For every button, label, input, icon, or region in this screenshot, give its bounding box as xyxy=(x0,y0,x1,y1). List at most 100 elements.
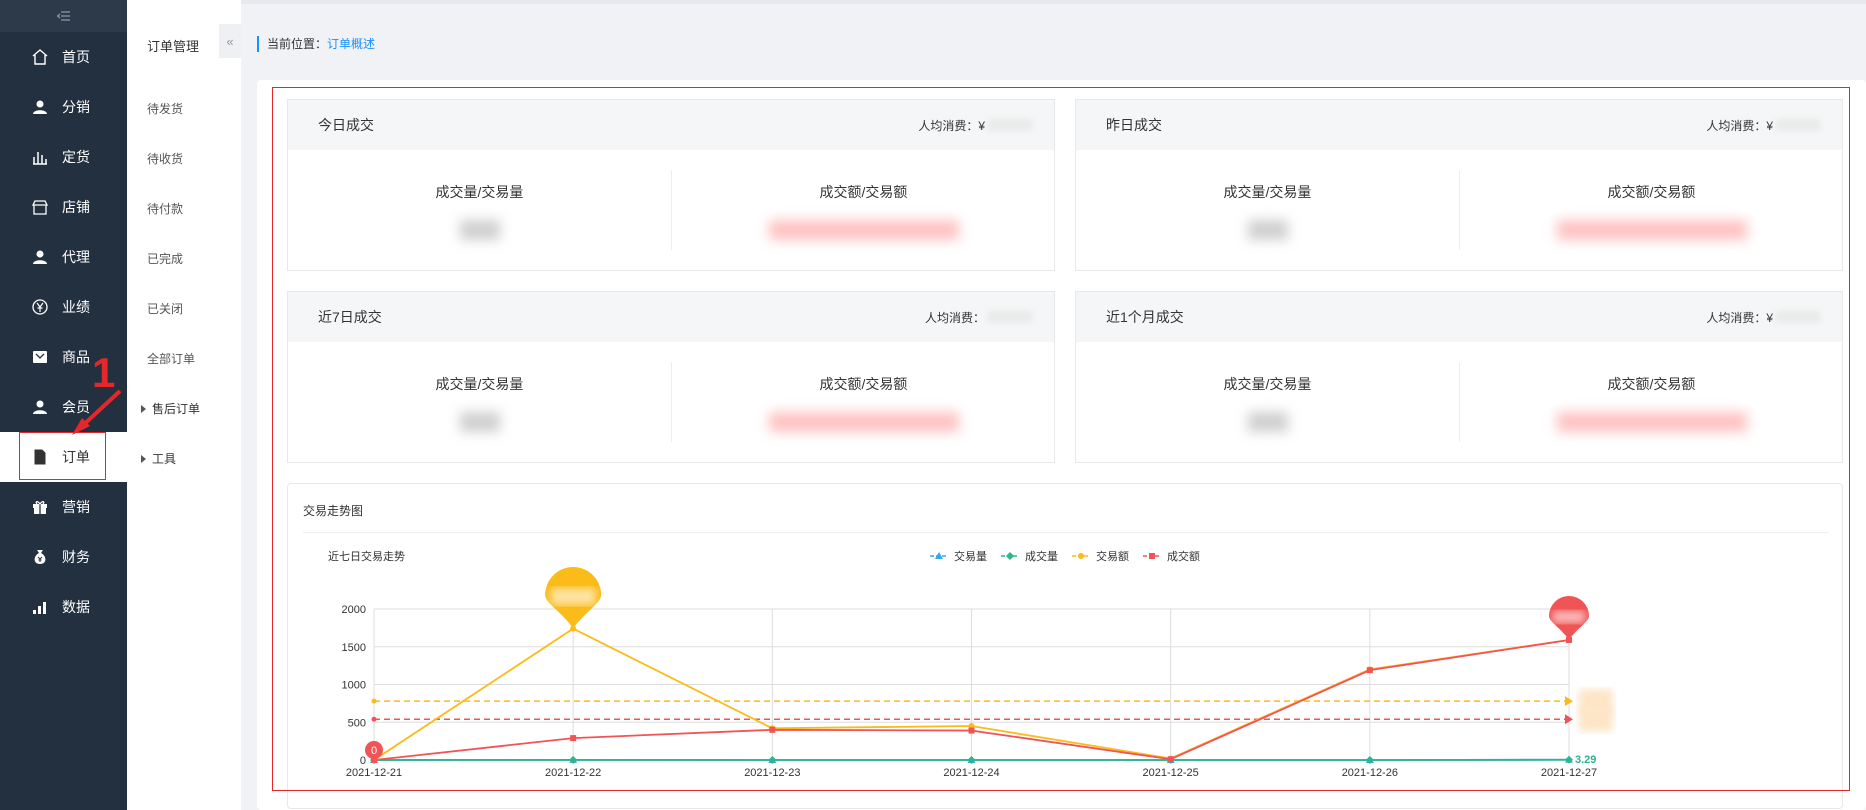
amount-label: 成交额/交易额 xyxy=(1607,376,1696,392)
avg-spend: 人均消费：¥ xyxy=(918,117,1032,134)
legend-swatch-marker xyxy=(1006,552,1014,560)
x-tick-label: 2021-12-21 xyxy=(346,767,402,779)
x-tick-label: 2021-12-24 xyxy=(943,767,999,779)
amount-label: 成交额/交易额 xyxy=(1607,184,1696,200)
sidebar-item-label: 分销 xyxy=(62,99,90,115)
card-title: 近7日成交 xyxy=(318,309,382,325)
collapse-submenu-button[interactable]: « xyxy=(219,24,241,58)
blurred-value xyxy=(768,220,959,240)
average-line-start xyxy=(371,698,377,704)
breadcrumb-prefix: 当前位置： xyxy=(267,37,328,51)
blurred-average-label xyxy=(1579,707,1613,732)
sidebar-item-label: 定货 xyxy=(62,149,90,165)
series-end-label: 3.29 xyxy=(1575,754,1596,766)
volume-label: 成交量/交易量 xyxy=(1223,184,1312,200)
data-point xyxy=(570,735,577,742)
x-tick-label: 2021-12-27 xyxy=(1541,767,1597,779)
gift-icon xyxy=(32,499,48,515)
data-point xyxy=(769,726,776,733)
blurred-value xyxy=(988,311,1032,323)
sidebar-item-5[interactable]: 业绩 xyxy=(0,282,127,332)
sidebar-item-2[interactable]: 定货 xyxy=(0,132,127,182)
amount-column: 成交额/交易额 xyxy=(672,150,1055,270)
card-last-7-days: 近7日成交 人均消费： 成交量/交易量 成交额/交易额 xyxy=(287,291,1055,463)
volume-label: 成交量/交易量 xyxy=(1223,376,1312,392)
sidebar-item-label: 营销 xyxy=(62,499,90,515)
amount-label: 成交额/交易额 xyxy=(819,376,908,392)
x-tick-label: 2021-12-25 xyxy=(1143,767,1199,779)
volume-column: 成交量/交易量 xyxy=(1076,150,1459,270)
submenu-item-all-orders[interactable]: 全部订单 xyxy=(147,350,195,367)
volume-label: 成交量/交易量 xyxy=(435,184,524,200)
submenu-item-pending-shipment[interactable]: 待发货 xyxy=(147,100,183,117)
x-tick-label: 2021-12-23 xyxy=(744,767,800,779)
sidebar-item-label: 代理 xyxy=(62,249,90,265)
submenu-group-after-sales[interactable]: 售后订单 xyxy=(141,400,200,417)
sidebar-item-label: 首页 xyxy=(62,49,90,65)
legend-label: 成交额 xyxy=(1167,549,1200,563)
avg-spend: 人均消费：¥ xyxy=(1706,117,1820,134)
legend-swatch-marker xyxy=(1149,553,1155,559)
blurred-markpoint-label xyxy=(550,588,596,605)
annotation-arrow xyxy=(72,389,122,435)
sidebar-item-label: 店铺 xyxy=(62,199,90,215)
legend-label: 交易额 xyxy=(1096,549,1129,563)
tab-strip xyxy=(241,0,1866,4)
blurred-value xyxy=(988,119,1032,131)
blurred-value xyxy=(1247,412,1288,432)
legend-label: 交易量 xyxy=(954,549,987,563)
bar-chart-icon xyxy=(32,149,48,165)
sidebar-item-label: 数据 xyxy=(62,599,90,615)
y-tick-label: 1500 xyxy=(342,642,366,654)
amount-label: 成交额/交易额 xyxy=(819,184,908,200)
shop-icon xyxy=(32,199,48,215)
sidebar-item-10[interactable]: 财务 xyxy=(0,532,127,582)
markpoint-label: 0 xyxy=(371,745,377,757)
breadcrumb-current[interactable]: 订单概述 xyxy=(327,37,375,51)
blurred-value xyxy=(1556,220,1747,240)
blurred-markpoint-label xyxy=(1553,610,1585,623)
caret-right-icon xyxy=(141,454,146,463)
sidebar-item-3[interactable]: 店铺 xyxy=(0,182,127,232)
sidebar-item-label: 订单 xyxy=(62,449,90,465)
data-point xyxy=(968,727,975,734)
submenu-group-tools[interactable]: 工具 xyxy=(141,450,176,467)
data-point xyxy=(1167,756,1174,763)
card-last-month: 近1个月成交 人均消费：¥ 成交量/交易量 成交额/交易额 xyxy=(1075,291,1843,463)
sidebar-item-4[interactable]: 代理 xyxy=(0,232,127,282)
y-tick-label: 0 xyxy=(360,755,366,767)
y-tick-label: 500 xyxy=(348,717,366,729)
order-submenu: 订单管理 « 待发货 待收货 待付款 已完成 已关闭 全部订单 售后订单 工具 xyxy=(127,0,241,810)
card-yesterday: 昨日成交 人均消费：¥ 成交量/交易量 成交额/交易额 xyxy=(1075,99,1843,271)
blurred-value xyxy=(459,412,500,432)
caret-right-icon xyxy=(141,404,146,413)
avg-spend: 人均消费： xyxy=(925,309,1032,326)
data-point xyxy=(1366,667,1373,674)
sidebar-item-8[interactable]: 订单 xyxy=(0,432,127,482)
submenu-item-pending-payment[interactable]: 待付款 xyxy=(147,200,183,217)
submenu-item-completed[interactable]: 已完成 xyxy=(147,250,183,267)
sidebar-item-11[interactable]: 数据 xyxy=(0,582,127,632)
breadcrumb: 当前位置：订单概述 xyxy=(257,36,375,52)
blurred-value xyxy=(768,412,959,432)
submenu-item-pending-receipt[interactable]: 待收货 xyxy=(147,150,183,167)
blurred-value xyxy=(1776,311,1820,323)
submenu-group-label: 工具 xyxy=(152,452,177,466)
sidebar-item-1[interactable]: 分销 xyxy=(0,82,127,132)
sidebar-item-label: 商品 xyxy=(62,349,90,365)
y-tick-label: 1000 xyxy=(342,680,366,692)
blurred-value xyxy=(1556,412,1747,432)
amount-column: 成交额/交易额 xyxy=(1460,342,1843,462)
sidebar-item-9[interactable]: 营销 xyxy=(0,482,127,532)
volume-label: 成交量/交易量 xyxy=(435,376,524,392)
sidebar-item-0[interactable]: 首页 xyxy=(0,32,127,82)
goods-icon xyxy=(32,349,48,365)
money-bag-icon xyxy=(32,549,48,565)
submenu-item-closed[interactable]: 已关闭 xyxy=(147,300,183,317)
menu-fold-icon[interactable] xyxy=(0,0,127,32)
x-tick-label: 2021-12-22 xyxy=(545,767,601,779)
avg-spend: 人均消费：¥ xyxy=(1706,309,1820,326)
card-today: 今日成交 人均消费：¥ 成交量/交易量 成交额/交易额 xyxy=(287,99,1055,271)
sidebar-item-label: 业绩 xyxy=(62,299,90,315)
user-icon xyxy=(32,399,48,415)
